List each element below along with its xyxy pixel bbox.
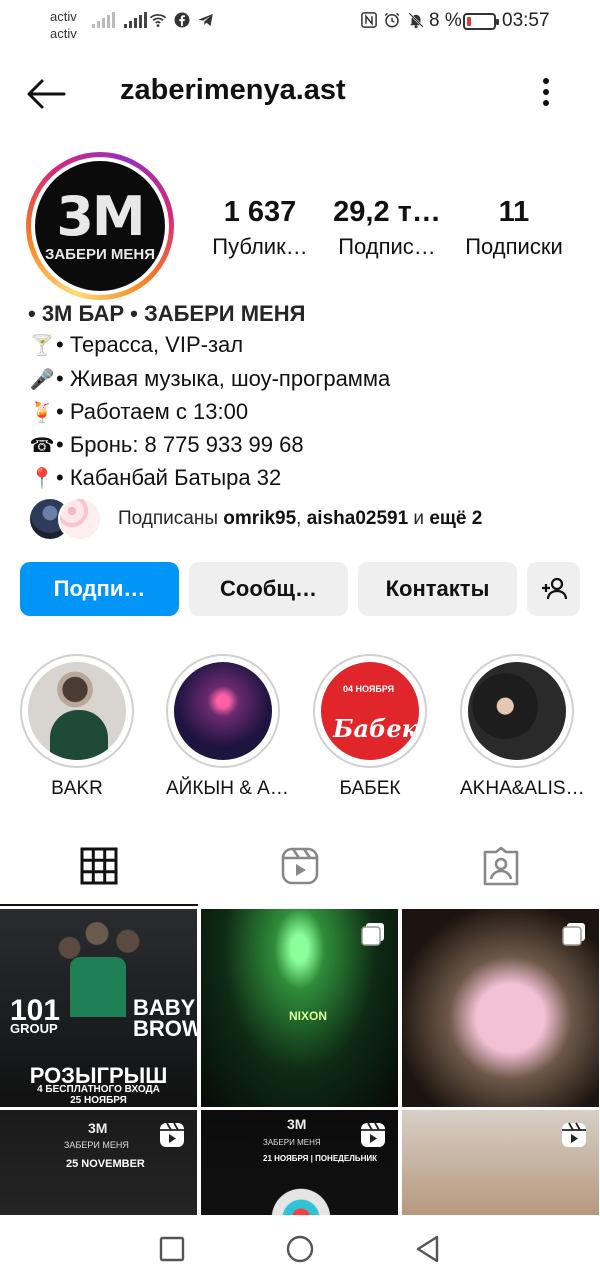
mute-icon [408, 12, 424, 29]
followed-by-more[interactable]: ещё 2 [429, 508, 482, 529]
stat-following[interactable]: 11 Подписки [456, 196, 572, 260]
stat-following-value: 11 [498, 196, 530, 228]
post-text: ЗАБЕРИ МЕНЯ [263, 1138, 321, 1147]
signal-icon [124, 12, 147, 28]
post-text: GROUP [10, 1021, 58, 1036]
stat-posts[interactable]: 1 637 Публик… [205, 196, 315, 260]
battery-percent: 8 % [429, 10, 462, 31]
stat-followers-value: 29,2 т… [333, 196, 441, 228]
active-tab-indicator [0, 904, 198, 906]
highlight-cover-title: Бабек [333, 714, 418, 743]
reel-icon [361, 1122, 385, 1147]
story-highlight[interactable]: BAKR [20, 654, 134, 800]
carrier-labels: activ activ [50, 8, 77, 42]
carrier-1: activ [50, 9, 77, 24]
signal-icon [92, 12, 115, 28]
home-icon[interactable] [285, 1234, 315, 1264]
bio-line: 🍸• Терасса, VIP-зал [28, 329, 588, 362]
bio-line: 🍹• Работаем с 13:00 [28, 396, 588, 429]
bio-line-text: • Кабанбай Батыра 32 [56, 465, 282, 491]
bio-line: 📍• Кабанбай Батыра 32 [28, 462, 588, 495]
bio-line: 🎤• Живая музыка, шоу-программа [28, 363, 588, 396]
stat-following-label: Подписки [465, 234, 563, 259]
followed-by[interactable]: Подписаны omrik95, aisha02591 и ещё 2 [28, 497, 588, 541]
avatar-logo-subtitle: ЗАБЕРИ МЕНЯ [44, 245, 156, 263]
stat-posts-label: Публик… [212, 234, 308, 259]
telephone-icon: ☎ [29, 435, 55, 458]
highlight-label: BAKR [51, 778, 103, 799]
highlight-cover: 04 НОЯБРЯ Бабек [321, 662, 419, 760]
more-vertical-icon[interactable] [536, 76, 556, 108]
arrow-left-icon[interactable] [26, 78, 66, 110]
status-bar: activ activ 8 % 03:57 [0, 0, 600, 50]
post-text: 4 БЕСПЛАТНОГО ВХОДА 25 НОЯБРЯ [37, 1084, 160, 1106]
post-text: 21 НОЯБРЯ | ПОНЕДЕЛЬНИК [263, 1154, 377, 1163]
highlight-cover [174, 662, 272, 760]
profile-avatar[interactable]: 3M ЗАБЕРИ МЕНЯ [26, 152, 174, 300]
post-thumbnail[interactable]: NIXON [201, 909, 398, 1107]
cocktail-icon: 🍸 [29, 335, 55, 358]
story-highlight[interactable]: 04 НОЯБРЯ Бабек БАБЕК [313, 654, 427, 800]
stat-posts-value: 1 637 [223, 196, 297, 228]
microphone-icon: 🎤 [29, 368, 55, 391]
carousel-icon [562, 923, 585, 946]
tagged-icon[interactable] [481, 846, 521, 886]
stat-followers-label: Подпис… [338, 234, 436, 259]
carrier-2: activ [50, 26, 77, 41]
post-text: NIXON [289, 1009, 328, 1023]
post-text: BABYBROWN [133, 995, 197, 1041]
location-pin-icon: 📍 [29, 468, 55, 491]
highlight-label: АЙКЫН & А… [166, 778, 289, 799]
bio-line-text: • Живая музыка, шоу-программа [56, 365, 391, 391]
grid-icon[interactable] [79, 846, 119, 886]
highlight-cover [468, 662, 566, 760]
nfc-icon [361, 12, 377, 28]
follower-avatar [58, 497, 102, 541]
add-person-icon [541, 577, 567, 600]
follow-button[interactable]: Подпи… [20, 562, 179, 616]
suggest-people-button[interactable] [527, 562, 580, 616]
tropical-drink-icon: 🍹 [29, 401, 55, 424]
post-text: 3M [287, 1116, 307, 1132]
bio-line-text: • Терасса, VIP-зал [56, 332, 244, 358]
highlight-cover [28, 662, 126, 760]
profile-bio: • 3М БАР • ЗАБЕРИ МЕНЯ 🍸• Терасса, VIP-з… [28, 298, 588, 496]
telegram-icon [198, 14, 213, 26]
battery-icon [463, 13, 499, 30]
bio-line: ☎• Бронь: 8 775 933 99 68 [28, 429, 588, 462]
post-thumbnail[interactable]: 101 GROUP BABYBROWN РОЗЫГРЫШ 4 БЕСПЛАТНО… [0, 909, 197, 1107]
highlight-cover-date: 04 НОЯБРЯ [343, 684, 395, 694]
alarm-icon [384, 12, 400, 28]
carousel-icon [361, 923, 384, 946]
post-text: 25 NOVEMBER [66, 1158, 145, 1170]
reels-icon[interactable] [280, 846, 320, 886]
reel-icon [160, 1122, 184, 1147]
profile-username: zaberimenya.ast [120, 74, 346, 106]
system-navigation-bar [0, 1215, 600, 1283]
contacts-button[interactable]: Контакты [358, 562, 517, 616]
avatar-logo: 3M [56, 184, 145, 248]
back-icon[interactable] [413, 1234, 443, 1264]
highlight-label: БАБЕК [339, 778, 401, 799]
recent-apps-icon[interactable] [157, 1234, 187, 1264]
followed-by-text: Подписаны omrik95, aisha02591 и ещё 2 [118, 508, 483, 529]
follower-username[interactable]: aisha02591 [307, 508, 408, 529]
post-text: 3M [88, 1120, 108, 1136]
story-highlight[interactable]: AKHA&ALIS… [460, 654, 585, 800]
post-text: ЗАБЕРИ МЕНЯ [64, 1140, 129, 1150]
bio-line-text: • Бронь: 8 775 933 99 68 [56, 432, 304, 458]
follower-username[interactable]: omrik95 [223, 508, 296, 529]
reel-icon [562, 1122, 586, 1147]
bio-name: • 3М БАР • ЗАБЕРИ МЕНЯ [28, 301, 306, 326]
avatar-image: 3M ЗАБЕРИ МЕНЯ [35, 161, 165, 291]
wifi-icon [149, 14, 167, 27]
clock: 03:57 [502, 10, 550, 31]
facebook-icon [174, 12, 190, 28]
message-button[interactable]: Сообщ… [189, 562, 348, 616]
bio-line-text: • Работаем с 13:00 [56, 398, 249, 424]
highlight-label: AKHA&ALIS… [460, 778, 585, 799]
story-highlight[interactable]: АЙКЫН & А… [166, 654, 289, 800]
post-thumbnail[interactable] [402, 909, 599, 1107]
stat-followers[interactable]: 29,2 т… Подпис… [328, 196, 446, 260]
